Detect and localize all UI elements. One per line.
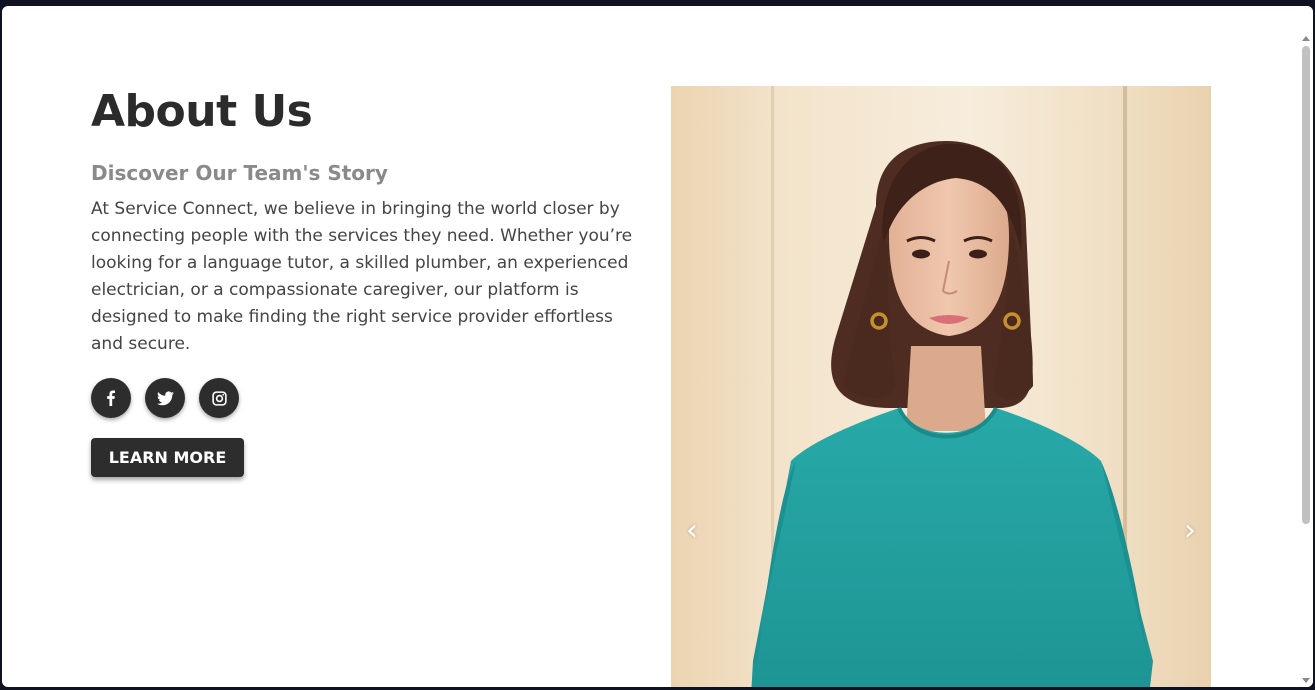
scrollbar-thumb[interactable]	[1302, 46, 1310, 524]
instagram-icon	[211, 390, 227, 406]
facebook-button[interactable]	[91, 378, 131, 418]
carousel-prev-button[interactable]: ‹	[677, 516, 707, 546]
instagram-button[interactable]	[199, 378, 239, 418]
scroll-down-icon[interactable]	[1302, 678, 1310, 683]
team-member-photo	[671, 86, 1211, 687]
about-description: At Service Connect, we believe in bringi…	[91, 199, 633, 354]
facebook-icon	[107, 390, 115, 406]
page-title: About Us	[91, 86, 313, 137]
twitter-button[interactable]	[145, 378, 185, 418]
learn-more-button[interactable]: LEARN MORE	[91, 438, 244, 477]
team-photo-carousel: ‹ ›	[671, 86, 1211, 687]
about-section: About Us Discover Our Team's Story At Se…	[2, 6, 1299, 687]
section-subtitle: Discover Our Team's Story	[91, 161, 388, 185]
vertical-scrollbar[interactable]	[1299, 6, 1313, 687]
carousel-next-button[interactable]: ›	[1175, 516, 1205, 546]
scroll-up-icon[interactable]	[1302, 36, 1310, 41]
social-links	[91, 378, 239, 418]
browser-window: About Us Discover Our Team's Story At Se…	[2, 6, 1313, 687]
twitter-icon	[156, 390, 174, 405]
